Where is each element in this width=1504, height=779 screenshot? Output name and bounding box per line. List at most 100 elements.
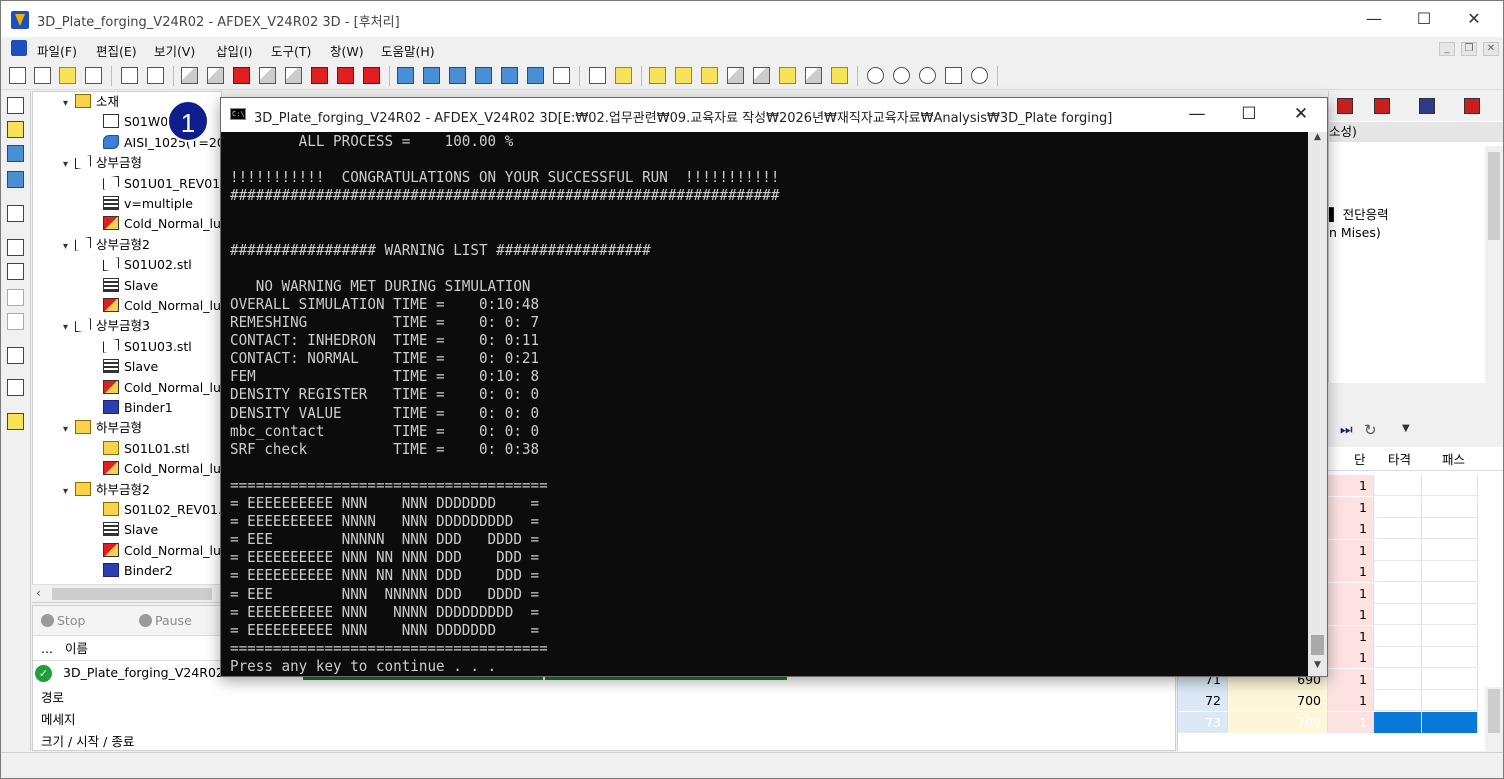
render-edge-icon[interactable]	[475, 67, 492, 84]
tree-node[interactable]: S01L02_REV01.	[103, 500, 221, 520]
rotate-view-icon[interactable]	[971, 67, 988, 84]
col-dots[interactable]: ...	[41, 637, 53, 661]
menu-tools[interactable]: 도구(T)	[271, 41, 311, 60]
tree-node[interactable]: v=multiple	[103, 194, 193, 214]
tree-node[interactable]: ▾ 상부금형2	[63, 235, 150, 255]
screen-settings-icon[interactable]	[7, 171, 24, 188]
console-maximize-button[interactable]: ☐	[1223, 98, 1275, 132]
col-blow[interactable]: 타격	[1388, 449, 1411, 471]
shear-stress-item[interactable]: ▌ 전단응력	[1329, 204, 1389, 223]
maximize-button[interactable]: ☐	[1399, 1, 1449, 37]
col-stage[interactable]: 단	[1354, 449, 1366, 471]
menu-window[interactable]: 창(W)	[330, 41, 364, 60]
material-db-icon[interactable]	[7, 121, 24, 138]
table-row[interactable]: 73 709 1	[1178, 711, 1478, 733]
monitor-icon[interactable]	[7, 145, 24, 162]
chevron-down-icon[interactable]: ▾	[63, 94, 75, 114]
minimize-button[interactable]: —	[1349, 1, 1399, 37]
chevron-down-icon[interactable]: ▾	[63, 482, 75, 502]
render-transparent-icon[interactable]	[501, 67, 518, 84]
document-icon[interactable]	[11, 40, 27, 56]
tree-node[interactable]: Cold_Normal_lu	[103, 378, 221, 398]
tree-node[interactable]: ▾ 하부금형	[63, 418, 142, 438]
console-close-button[interactable]: ✕	[1275, 98, 1327, 132]
probe-icon[interactable]	[7, 379, 24, 396]
menu-edit[interactable]: 편집(E)	[96, 41, 137, 60]
tree-node[interactable]: Cold_Normal_lu	[103, 296, 221, 316]
render-shade-icon[interactable]	[527, 67, 544, 84]
col-name[interactable]: 이름	[65, 637, 88, 661]
tree-node[interactable]: ▾ 하부금형2	[63, 480, 150, 500]
console-minimize-button[interactable]: —	[1171, 98, 1223, 132]
console-output[interactable]: ALL PROCESS = 100.00 % !!!!!!!!!!! CONGRA…	[221, 132, 1308, 676]
scroll-left-icon[interactable]: ‹	[36, 586, 41, 600]
box-yellow-icon[interactable]	[779, 67, 796, 84]
wrench-icon[interactable]	[553, 67, 570, 84]
table-vertical-scrollbar[interactable]	[1485, 687, 1503, 751]
close-button[interactable]: ✕	[1449, 1, 1499, 37]
hierarchy-icon[interactable]	[7, 263, 24, 280]
tree-node[interactable]: Binder1	[103, 398, 173, 418]
col-pass[interactable]: 패스	[1442, 449, 1465, 471]
heart-icon[interactable]	[1337, 98, 1353, 114]
table-scroll-thumb[interactable]	[1488, 689, 1500, 733]
refresh-icon[interactable]: ↻	[1364, 421, 1377, 439]
box-stack-icon[interactable]	[753, 67, 770, 84]
tree-node[interactable]: Slave	[103, 357, 158, 377]
tree-node[interactable]: Cold_Normal_lu	[103, 214, 221, 234]
menu-file[interactable]: 파일(F)	[37, 41, 77, 60]
tree-node[interactable]: S01U01_REV01.	[103, 174, 221, 194]
skip-end-icon[interactable]: ⏭	[1340, 422, 1353, 438]
property-scroll-thumb[interactable]	[1488, 152, 1500, 240]
render-wire-icon[interactable]	[449, 67, 466, 84]
report-icon[interactable]	[7, 413, 24, 430]
cube-outline-icon[interactable]	[7, 289, 24, 306]
zoom-fit-icon[interactable]	[919, 67, 936, 84]
import-icon[interactable]	[121, 67, 138, 84]
tree-horizontal-scrollbar[interactable]: ‹	[32, 584, 222, 602]
palette-icon[interactable]	[615, 67, 632, 84]
view-bottom-icon[interactable]	[259, 67, 276, 84]
view-right-icon[interactable]	[311, 67, 328, 84]
section-icon[interactable]	[1464, 98, 1480, 114]
pan-hand-icon[interactable]	[945, 67, 962, 84]
export-icon[interactable]	[147, 67, 164, 84]
tree-node[interactable]: S01U03.stl	[103, 337, 192, 357]
property-vertical-scrollbar[interactable]	[1485, 146, 1503, 383]
camera-icon[interactable]	[589, 67, 606, 84]
node-icon[interactable]	[7, 347, 24, 364]
chevron-down-icon[interactable]: ▾	[63, 155, 75, 175]
die-stack-icon[interactable]	[701, 67, 718, 84]
menu-insert[interactable]: 삽입(I)	[216, 41, 252, 60]
tree-node[interactable]: S01L01.stl	[103, 439, 190, 459]
box-outline-icon[interactable]	[727, 67, 744, 84]
die-yellow2-icon[interactable]	[675, 67, 692, 84]
view-left-icon[interactable]	[285, 67, 302, 84]
mdi-minimize-button[interactable]: _	[1439, 42, 1455, 56]
box-rotate-icon[interactable]	[805, 67, 822, 84]
view-iso2-icon[interactable]	[363, 67, 380, 84]
view-top-icon[interactable]	[233, 67, 250, 84]
tree-view-icon[interactable]	[7, 97, 24, 114]
die-yellow-icon[interactable]	[649, 67, 666, 84]
tree-node[interactable]: ▾ 상부금형3	[63, 316, 150, 336]
table-row[interactable]: 72 700 1	[1178, 690, 1478, 711]
measure-icon[interactable]	[7, 313, 24, 330]
von-mises-item[interactable]: n Mises)	[1329, 225, 1381, 240]
box-swap-icon[interactable]	[831, 67, 848, 84]
menu-help[interactable]: 도움말(H)	[381, 41, 435, 60]
tree-node[interactable]: AISI_1025(T=20	[103, 133, 221, 153]
render-mesh-icon[interactable]	[423, 67, 440, 84]
console-scroll-thumb[interactable]	[1311, 635, 1324, 655]
display-icon[interactable]	[7, 205, 24, 222]
scroll-down-icon[interactable]: ▼	[1308, 660, 1327, 676]
chevron-down-icon[interactable]: ▾	[63, 420, 75, 440]
save-icon[interactable]	[85, 67, 102, 84]
view-iso-icon[interactable]	[337, 67, 354, 84]
zoom-out-icon[interactable]	[867, 67, 884, 84]
open-folder-icon[interactable]	[34, 67, 51, 84]
tree-node[interactable]: Slave	[103, 276, 158, 296]
dropdown-arrow-icon[interactable]: ▼	[1402, 423, 1410, 434]
view-front-icon[interactable]	[181, 67, 198, 84]
console-vertical-scrollbar[interactable]: ▲ ▼	[1308, 132, 1327, 676]
